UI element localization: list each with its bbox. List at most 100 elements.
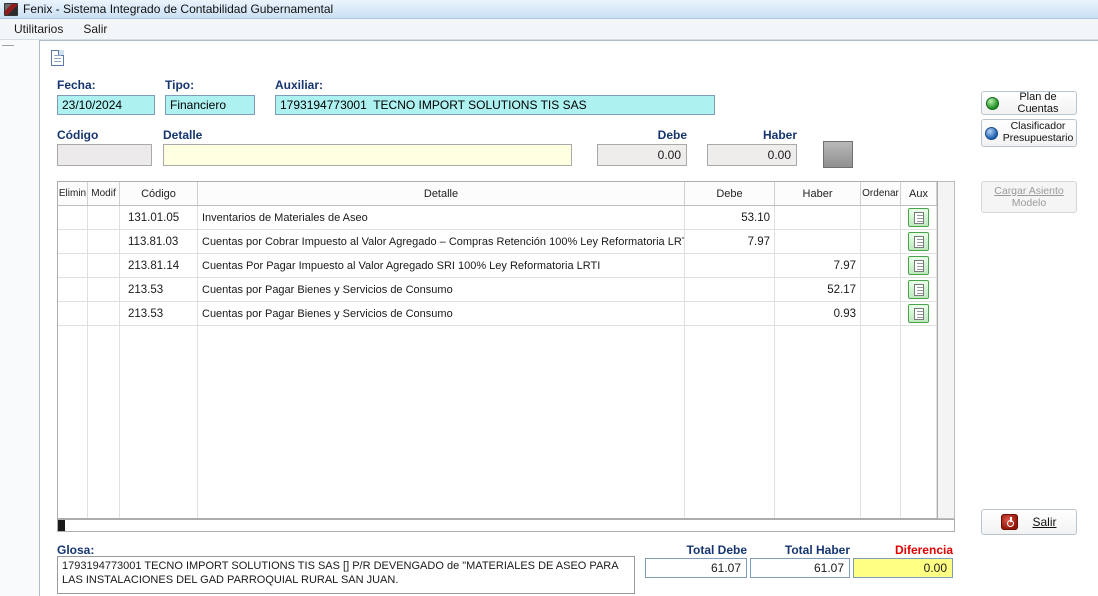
plan-de-cuentas-button[interactable]: Plan de Cuentas [981, 91, 1077, 115]
left-strip [0, 40, 40, 596]
aux-cell [901, 254, 937, 277]
glosa-label: Glosa: [57, 543, 94, 557]
ordenar-cell[interactable] [861, 278, 901, 301]
codigo-cell: 213.53 [120, 278, 198, 301]
aux-document-icon [914, 284, 924, 296]
haber-value-box[interactable]: 0.00 [707, 144, 797, 166]
aux-document-icon [914, 308, 924, 320]
header-ordenar: Ordenar [861, 182, 901, 205]
app-window: Fenix - Sistema Integrado de Contabilida… [0, 0, 1098, 596]
aux-document-icon [914, 212, 924, 224]
table-row[interactable]: 113.81.03 Cuentas por Cobrar Impuesto al… [58, 230, 937, 254]
horizontal-scrollbar-thumb[interactable] [58, 520, 65, 531]
debe-cell [685, 254, 775, 277]
plan-de-cuentas-label: Plan de Cuentas [1004, 91, 1072, 115]
green-sphere-icon [986, 97, 999, 110]
aux-document-icon [914, 236, 924, 248]
entries-grid: Elimin Modif Código Detalle Debe Haber O… [57, 181, 938, 519]
main-panel: Fecha: Tipo: Auxiliar: Código Detalle De… [40, 40, 1098, 596]
gray-action-button[interactable] [823, 141, 853, 168]
menu-salir[interactable]: Salir [75, 20, 115, 38]
table-row[interactable]: 213.81.14 Cuentas Por Pagar Impuesto al … [58, 254, 937, 278]
header-debe: Debe [685, 182, 775, 205]
detalle-cell: Inventarios de Materiales de Aseo [198, 206, 685, 229]
tipo-input[interactable] [165, 95, 255, 115]
haber-label: Haber [707, 128, 797, 142]
ordenar-cell[interactable] [861, 206, 901, 229]
elimin-cell[interactable] [58, 254, 88, 277]
aux-button[interactable] [908, 256, 929, 275]
menu-utilitarios[interactable]: Utilitarios [6, 20, 71, 38]
haber-cell: 52.17 [775, 278, 861, 301]
blue-sphere-icon [985, 127, 998, 140]
table-row[interactable]: 213.53 Cuentas por Pagar Bienes y Servic… [58, 302, 937, 326]
header-elimin: Elimin [58, 182, 88, 205]
cargar-asiento-label: Cargar Asiento Modelo [994, 185, 1063, 209]
new-entry-button[interactable] [46, 47, 68, 69]
table-filler [58, 326, 937, 518]
aux-document-icon [914, 260, 924, 272]
modif-cell[interactable] [88, 254, 120, 277]
modif-cell[interactable] [88, 206, 120, 229]
new-document-icon [51, 50, 64, 66]
detalle-cell: Cuentas por Pagar Bienes y Servicios de … [198, 302, 685, 325]
aux-button[interactable] [908, 232, 929, 251]
codigo-input[interactable] [57, 144, 152, 166]
codigo-cell: 213.81.14 [120, 254, 198, 277]
tipo-label: Tipo: [165, 78, 194, 92]
total-haber-value: 61.07 [750, 558, 850, 578]
table-row[interactable]: 213.53 Cuentas por Pagar Bienes y Servic… [58, 278, 937, 302]
modif-cell[interactable] [88, 302, 120, 325]
header-modif: Modif [88, 182, 120, 205]
aux-button[interactable] [908, 304, 929, 323]
header-detalle: Detalle [198, 182, 685, 205]
modif-cell[interactable] [88, 230, 120, 253]
elimin-cell[interactable] [58, 302, 88, 325]
vertical-scrollbar[interactable] [938, 181, 955, 519]
table-row[interactable]: 131.01.05 Inventarios de Materiales de A… [58, 206, 937, 230]
entries-table: Elimin Modif Código Detalle Debe Haber O… [57, 181, 955, 519]
debe-value-box[interactable]: 0.00 [597, 144, 687, 166]
splitter-handle[interactable] [2, 45, 14, 48]
title-bar: Fenix - Sistema Integrado de Contabilida… [0, 0, 1098, 19]
auxiliar-input[interactable] [275, 95, 715, 115]
detalle-label: Detalle [163, 128, 202, 142]
detalle-input[interactable] [163, 144, 572, 166]
debe-cell [685, 278, 775, 301]
elimin-cell[interactable] [58, 230, 88, 253]
clasificador-presupuestario-button[interactable]: Clasificador Presupuestario [981, 119, 1077, 147]
aux-cell [901, 230, 937, 253]
codigo-cell: 113.81.03 [120, 230, 198, 253]
debe-cell [685, 302, 775, 325]
auxiliar-label: Auxiliar: [275, 78, 323, 92]
haber-cell [775, 230, 861, 253]
header-aux: Aux [901, 182, 937, 205]
horizontal-scrollbar[interactable] [57, 519, 955, 532]
salir-button[interactable]: Salir [981, 509, 1077, 535]
header-haber: Haber [775, 182, 861, 205]
glosa-textarea[interactable]: 1793194773001 TECNO IMPORT SOLUTIONS TIS… [57, 556, 635, 594]
detalle-cell: Cuentas por Pagar Bienes y Servicios de … [198, 278, 685, 301]
ordenar-cell[interactable] [861, 230, 901, 253]
fecha-label: Fecha: [57, 78, 96, 92]
header-codigo: Código [120, 182, 198, 205]
ordenar-cell[interactable] [861, 254, 901, 277]
elimin-cell[interactable] [58, 278, 88, 301]
total-debe-label: Total Debe [645, 543, 747, 557]
codigo-cell: 213.53 [120, 302, 198, 325]
workspace: Fecha: Tipo: Auxiliar: Código Detalle De… [0, 40, 1098, 596]
elimin-cell[interactable] [58, 206, 88, 229]
diferencia-value: 0.00 [853, 558, 953, 578]
modif-cell[interactable] [88, 278, 120, 301]
detalle-cell: Cuentas Por Pagar Impuesto al Valor Agre… [198, 254, 685, 277]
aux-button[interactable] [908, 280, 929, 299]
aux-button[interactable] [908, 208, 929, 227]
diferencia-label: Diferencia [853, 543, 953, 557]
debe-cell: 7.97 [685, 230, 775, 253]
cargar-asiento-modelo-button: Cargar Asiento Modelo [981, 181, 1077, 213]
clasificador-label: Clasificador Presupuestario [1003, 121, 1074, 144]
aux-cell [901, 278, 937, 301]
codigo-label: Código [57, 128, 98, 142]
fecha-input[interactable] [57, 95, 155, 115]
ordenar-cell[interactable] [861, 302, 901, 325]
